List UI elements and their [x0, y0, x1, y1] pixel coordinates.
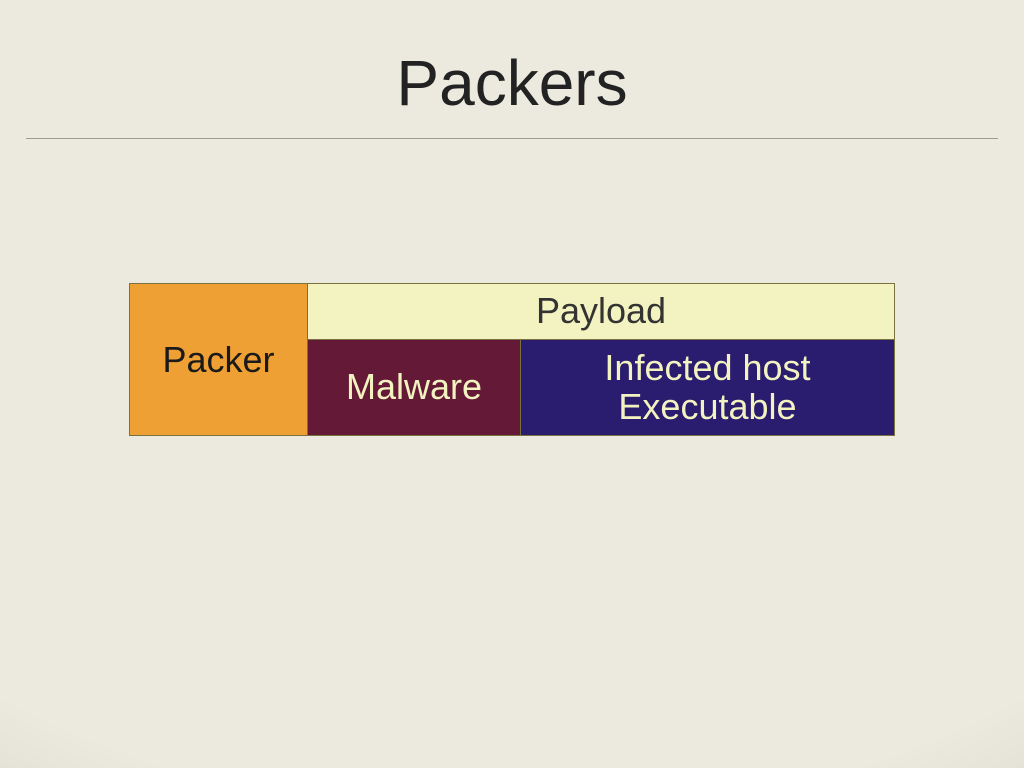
- infected-host-label: Infected host Executable: [604, 348, 810, 427]
- slide: Packers Packer Payload Malware Infected …: [0, 0, 1024, 768]
- slide-title: Packers: [0, 46, 1024, 138]
- packer-label: Packer: [162, 339, 274, 381]
- title-rule: [26, 138, 998, 139]
- packer-column: Packer: [130, 284, 308, 435]
- packer-diagram: Packer Payload Malware Infected host Exe…: [129, 283, 895, 436]
- malware-box: Malware: [308, 340, 521, 435]
- payload-contents: Malware Infected host Executable: [308, 340, 894, 435]
- payload-label: Payload: [536, 290, 666, 332]
- payload-column: Payload Malware Infected host Executable: [308, 284, 894, 435]
- payload-header: Payload: [308, 284, 894, 340]
- packer-box: Packer: [130, 284, 308, 435]
- infected-host-box: Infected host Executable: [521, 340, 894, 435]
- diagram-rows: Packer Payload Malware Infected host Exe…: [130, 284, 894, 435]
- malware-label: Malware: [346, 366, 482, 408]
